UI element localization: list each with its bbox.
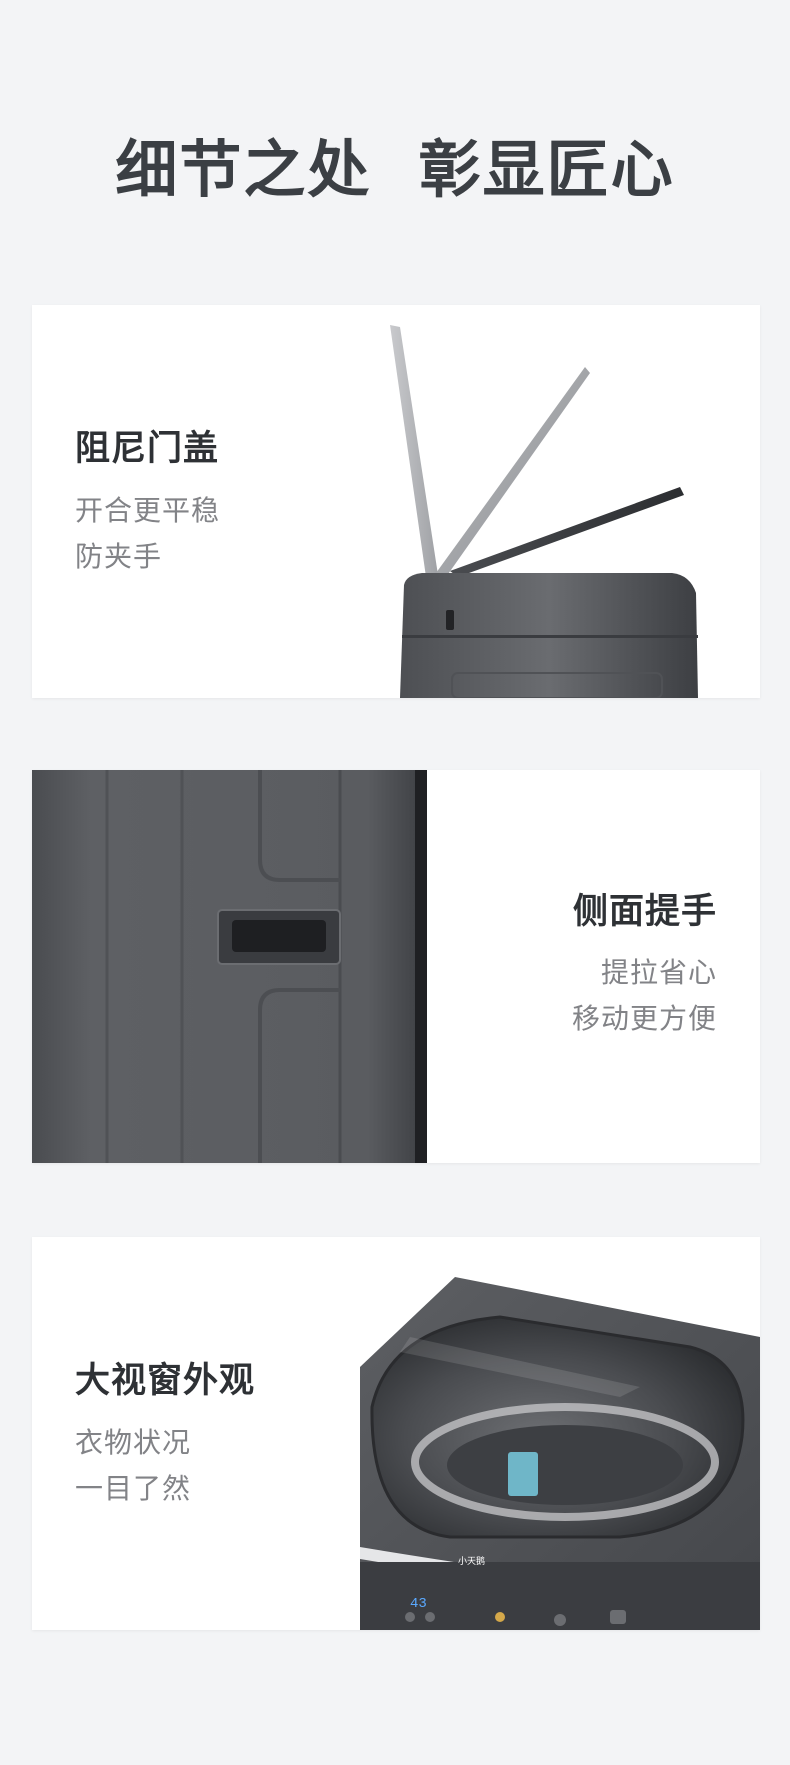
feature-desc-line: 衣物状况	[75, 1426, 192, 1459]
feature-title: 侧面提手	[572, 892, 717, 932]
feature-desc-line: 开合更平稳	[75, 494, 221, 527]
feature-desc-line: 移动更方便	[571, 1002, 717, 1035]
feature-title: 大视窗外观	[75, 1361, 256, 1401]
feature-description: 衣物状况 一目了然	[75, 1420, 191, 1512]
page-title: 细节之处 彰显匠心	[115, 133, 675, 206]
feature-card-large-window: 大视窗外观 衣物状况 一目了然 小天鹅 43	[32, 1237, 760, 1630]
display-readout: 43	[410, 1596, 427, 1612]
brand-label: 小天鹅	[458, 1555, 485, 1566]
feature-title: 阻尼门盖	[75, 429, 220, 469]
feature-desc-line: 一目了然	[75, 1472, 192, 1505]
feature-description: 提拉省心 移动更方便	[572, 950, 717, 1042]
feature-card-side-handle: 侧面提手 提拉省心 移动更方便	[32, 770, 760, 1163]
washer-side-handle-image	[32, 770, 427, 1163]
feature-card-damped-lid: 阻尼门盖 开合更平稳 防夹手	[32, 305, 760, 698]
feature-desc-line: 防夹手	[75, 540, 163, 573]
feature-description: 开合更平稳 防夹手	[75, 488, 220, 580]
washer-window-image: 小天鹅 43	[360, 1277, 760, 1630]
washer-lid-image	[390, 325, 698, 698]
feature-desc-line: 提拉省心	[600, 956, 717, 989]
